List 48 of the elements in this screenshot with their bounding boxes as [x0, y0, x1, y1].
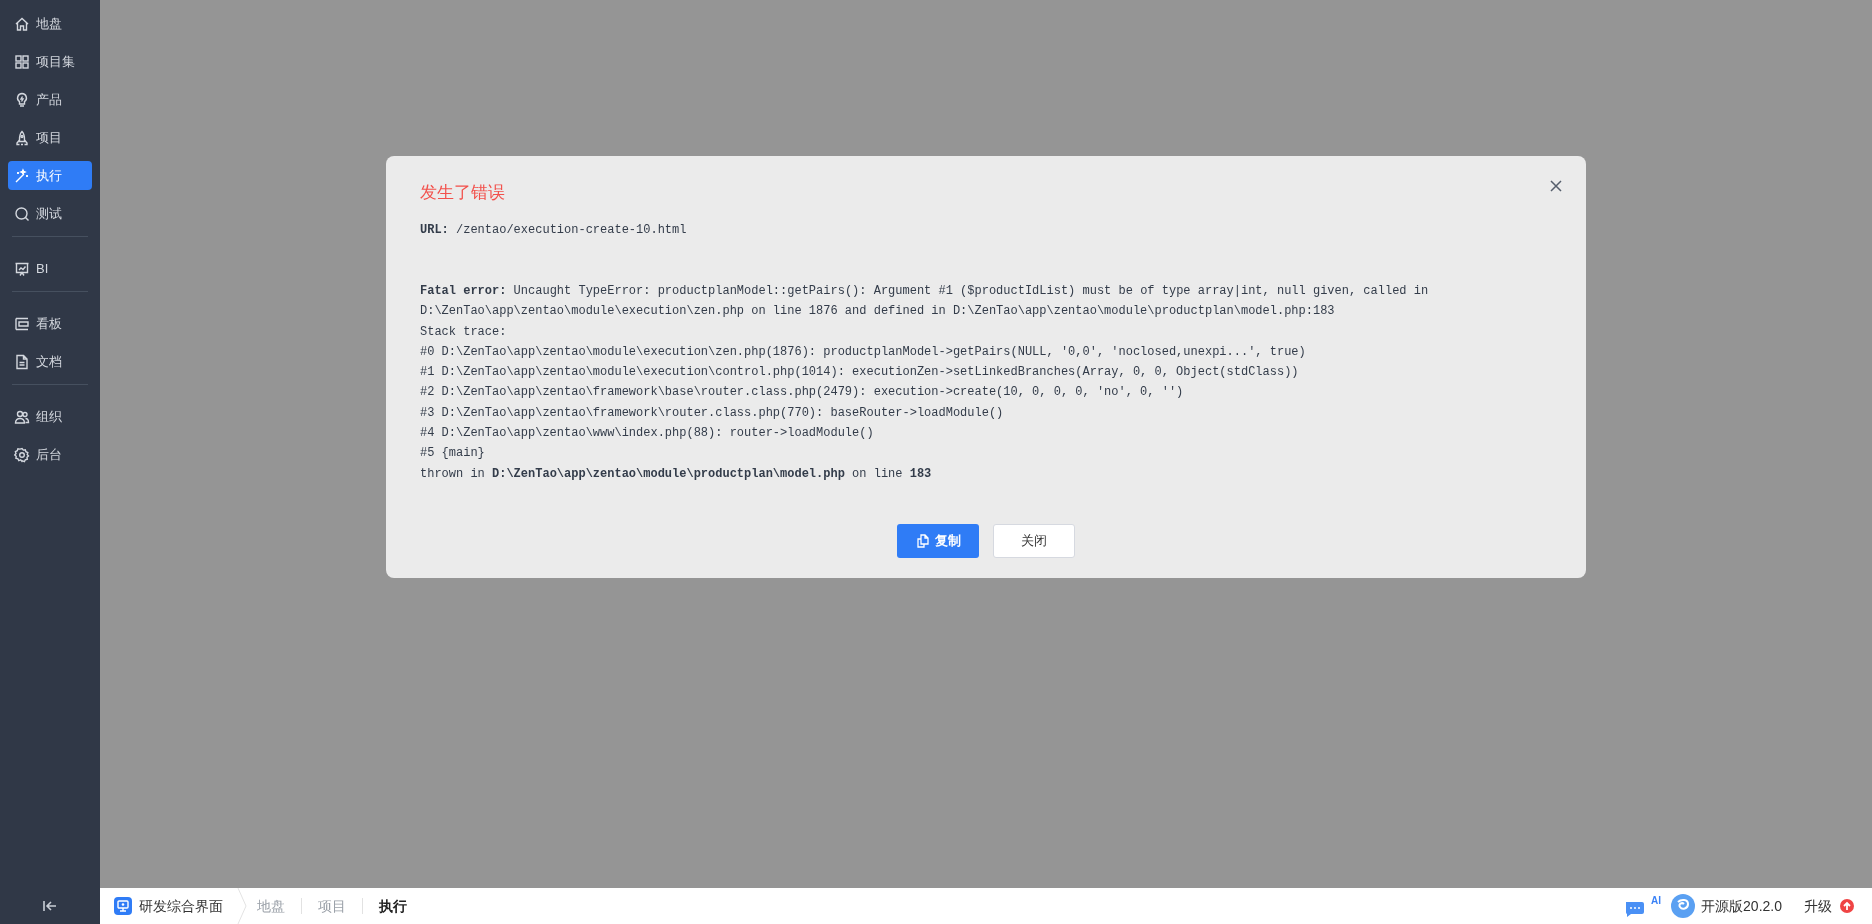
kanban-icon [14, 315, 30, 332]
error-line: #1 D:\ZenTao\app\zentao\module\execution\control.php(1014): executionZen->setLinkedBranches(Array, 0, 0, Object(stdClass)) [420, 364, 1299, 382]
error-line: thrown in D:\ZenTao\app\zentao\module\productplan\model.php on line 183 [420, 465, 932, 483]
app-icon [114, 897, 132, 915]
logo-icon [1671, 894, 1696, 918]
sidebar-item[interactable]: 执行 [8, 161, 92, 190]
upgrade-link[interactable]: 升级 [1804, 895, 1832, 917]
users-icon [14, 408, 30, 425]
sidebar-item[interactable]: 文档 [8, 347, 92, 376]
document-icon [14, 353, 30, 370]
collapse-icon[interactable] [43, 900, 57, 912]
error-line: #5 {main} [420, 445, 485, 463]
close-icon[interactable] [1550, 180, 1562, 192]
settings-icon [14, 446, 30, 463]
grid-icon [14, 53, 30, 70]
ai-label: AI [1651, 894, 1662, 908]
error-line: #4 D:\ZenTao\app\zentao\www\index.php(88): router->loadModule() [420, 425, 874, 443]
close-button[interactable]: 关闭 [993, 523, 1075, 558]
sidebar-item[interactable]: 组织 [8, 402, 92, 431]
error-line: Stack trace: [420, 323, 507, 341]
search-icon [14, 205, 30, 222]
wand-icon [14, 167, 30, 184]
app-name[interactable]: 研发综合界面 [139, 895, 223, 917]
sidebar-item[interactable]: 地盘 [8, 9, 92, 38]
error-line: D:\ZenTao\app\zentao\module\execution\zen.php on line 1876 and defined in D:\ZenTao\app\zentao\module\productplan\model.php:183 [420, 303, 1335, 321]
sidebar-item[interactable]: 产品 [8, 85, 92, 114]
error-line: #0 D:\ZenTao\app\zentao\module\execution\zen.php(1876): productplanModel->getPairs(NULL, '0,0', 'noclosed,unexpi...', true) [420, 343, 1306, 361]
copy-icon [915, 533, 930, 548]
edition-label: 开源版20.2.0 [1701, 896, 1782, 916]
breadcrumb-link[interactable]: 执行 [379, 895, 407, 917]
sidebar-item[interactable]: 项目集 [8, 47, 92, 76]
sidebar-item[interactable]: 测试 [8, 199, 92, 228]
sidebar-item[interactable]: 后台 [8, 440, 92, 469]
chart-board-icon [14, 260, 30, 277]
breadcrumb-separator-icon [237, 888, 247, 924]
error-line: #2 D:\ZenTao\app\zentao\framework\base\router.class.php(2479): execution->create(10, 0, 0, 0, 'no', 0, '') [420, 384, 1184, 402]
error-url: URL: /zentao/execution-create-10.html [420, 222, 687, 239]
dialog-title: 发生了错误 [420, 182, 505, 204]
rocket-icon [14, 129, 30, 146]
lightbulb-icon [14, 91, 30, 108]
sidebar-item[interactable]: BI [8, 254, 92, 283]
sidebar-item[interactable]: 项目 [8, 123, 92, 152]
error-line: Fatal error: Uncaught TypeError: productplanModel::getPairs(): Argument #1 ($productIdList) must be of type array|int, null given, called in [420, 283, 1429, 300]
copy-button[interactable]: 复制 [897, 523, 979, 558]
error-line: #3 D:\ZenTao\app\zentao\framework\router.class.php(770): baseRouter->loadModule() [420, 404, 1004, 422]
sidebar-item[interactable]: 看板 [8, 309, 92, 338]
upgrade-arrow-icon [1840, 899, 1854, 913]
home-icon [14, 15, 30, 32]
